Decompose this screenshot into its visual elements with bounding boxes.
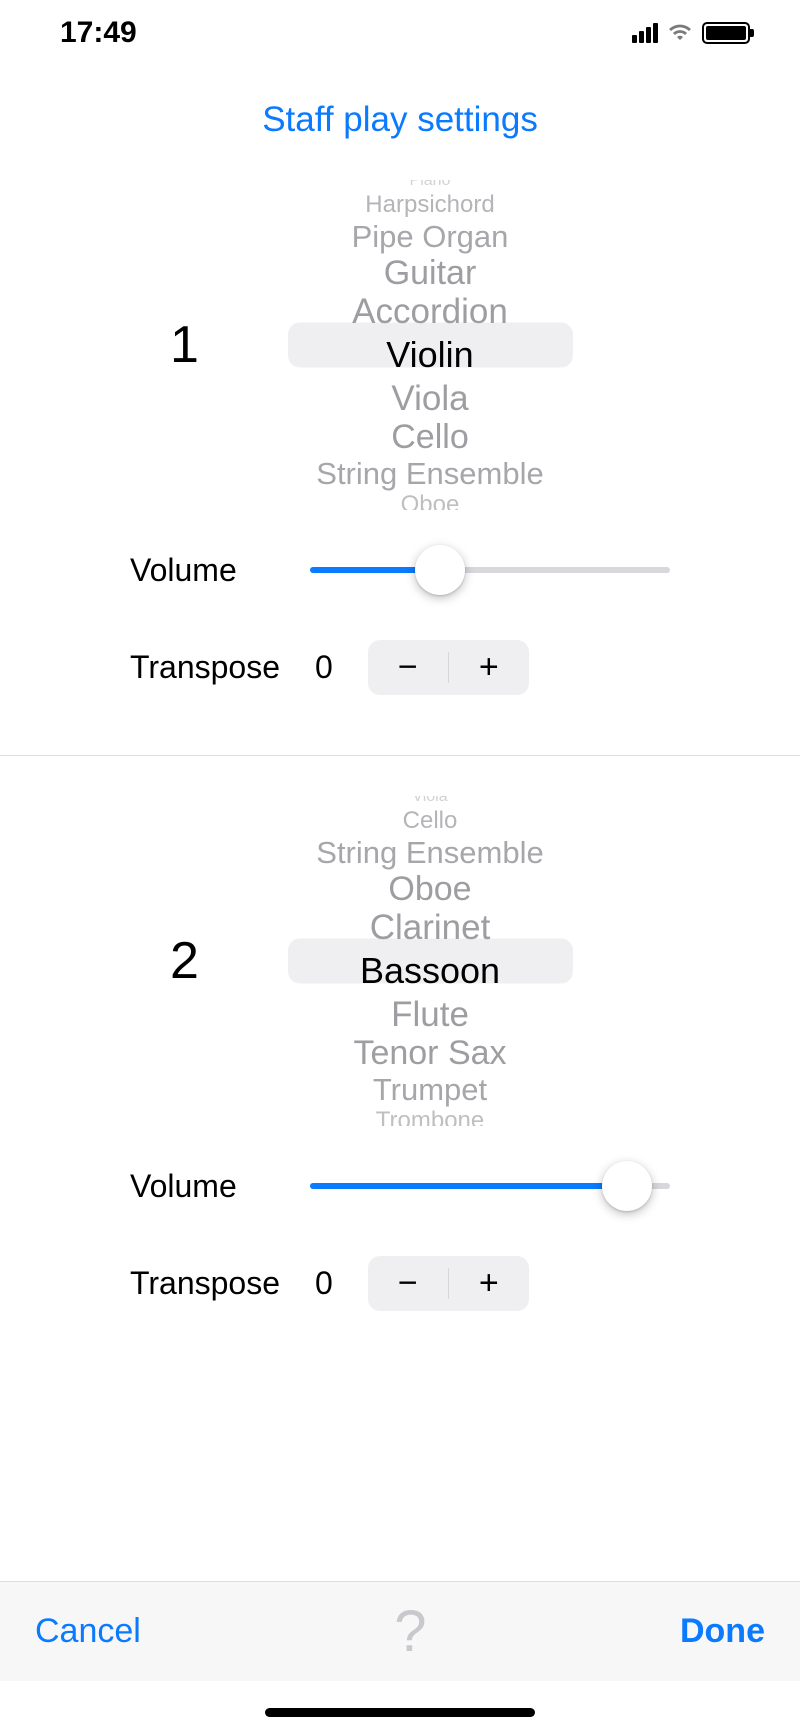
help-icon[interactable]: ?	[394, 1598, 426, 1665]
staff-heading: 1 Piano Harpsichord Pipe Organ Guitar Accordi…	[0, 180, 800, 510]
controls: VolumeTranspose0−+	[0, 510, 800, 755]
volume-slider[interactable]	[310, 1161, 670, 1211]
status-bar: 17:49	[0, 0, 800, 65]
picker-item[interactable]: Viola	[391, 381, 468, 416]
stepper-plus-button[interactable]: +	[449, 1256, 529, 1311]
toolbar: Cancel ? Done	[0, 1581, 800, 1681]
picker-item[interactable]: String Ensemble	[316, 458, 543, 489]
instrument-picker[interactable]: Viola Cello String Ensemble Oboe Clarinet Bas…	[288, 796, 573, 1126]
picker-item[interactable]: Cello	[403, 809, 458, 833]
picker-item[interactable]: Oboe	[388, 872, 471, 906]
picker-item[interactable]: Flute	[391, 997, 469, 1032]
staff-section-2: 2 Viola Cello String Ensemble Oboe Clarinet Ba…	[0, 756, 800, 1371]
status-time: 17:49	[60, 16, 137, 50]
staff-section-1: 1 Piano Harpsichord Pipe Organ Guitar Accordi…	[0, 140, 800, 755]
volume-label: Volume	[130, 552, 310, 589]
staff-number: 1	[170, 315, 199, 375]
stepper-minus-button[interactable]: −	[368, 1256, 448, 1311]
picker-item[interactable]: Clarinet	[370, 910, 491, 945]
picker-item[interactable]: Accordion	[352, 294, 508, 329]
volume-row: Volume	[130, 1161, 670, 1211]
slider-thumb[interactable]	[602, 1161, 652, 1211]
volume-row: Volume	[130, 545, 670, 595]
slider-thumb[interactable]	[415, 545, 465, 595]
transpose-stepper: −+	[368, 640, 529, 695]
transpose-label: Transpose	[130, 1265, 310, 1302]
cancel-button[interactable]: Cancel	[35, 1612, 141, 1651]
picker-item[interactable]: Guitar	[384, 256, 477, 290]
transpose-value: 0	[315, 649, 333, 686]
volume-slider[interactable]	[310, 545, 670, 595]
volume-label: Volume	[130, 1168, 310, 1205]
staff-heading: 2 Viola Cello String Ensemble Oboe Clarinet Ba…	[0, 796, 800, 1126]
transpose-row: Transpose0−+	[130, 640, 670, 695]
battery-icon	[702, 22, 750, 44]
transpose-row: Transpose0−+	[130, 1256, 670, 1311]
wifi-icon	[668, 20, 692, 46]
page-title: Staff play settings	[0, 100, 800, 140]
picker-item[interactable]: Oboe	[401, 493, 460, 510]
picker-item[interactable]: String Ensemble	[316, 837, 543, 868]
picker-item[interactable]: Trombone	[376, 1109, 485, 1126]
instrument-picker[interactable]: Piano Harpsichord Pipe Organ Guitar Accordio…	[288, 180, 573, 510]
picker-item[interactable]: Pipe Organ	[352, 221, 509, 252]
done-button[interactable]: Done	[680, 1612, 765, 1651]
transpose-stepper: −+	[368, 1256, 529, 1311]
status-indicators	[632, 20, 750, 46]
picker-item[interactable]: Harpsichord	[365, 193, 494, 217]
picker-item[interactable]: Piano	[410, 180, 451, 189]
stepper-plus-button[interactable]: +	[449, 640, 529, 695]
picker-item[interactable]: Viola	[412, 796, 447, 805]
controls: VolumeTranspose0−+	[0, 1126, 800, 1371]
picker-item[interactable]: Cello	[391, 420, 468, 454]
home-indicator[interactable]	[265, 1708, 535, 1717]
picker-item[interactable]: Trumpet	[373, 1074, 487, 1105]
picker-item[interactable]: Violin	[386, 337, 473, 373]
picker-item[interactable]: Tenor Sax	[353, 1036, 506, 1070]
transpose-label: Transpose	[130, 649, 310, 686]
staff-number: 2	[170, 931, 199, 991]
picker-item[interactable]: Bassoon	[360, 953, 500, 989]
transpose-value: 0	[315, 1265, 333, 1302]
stepper-minus-button[interactable]: −	[368, 640, 448, 695]
cellular-icon	[632, 23, 658, 43]
